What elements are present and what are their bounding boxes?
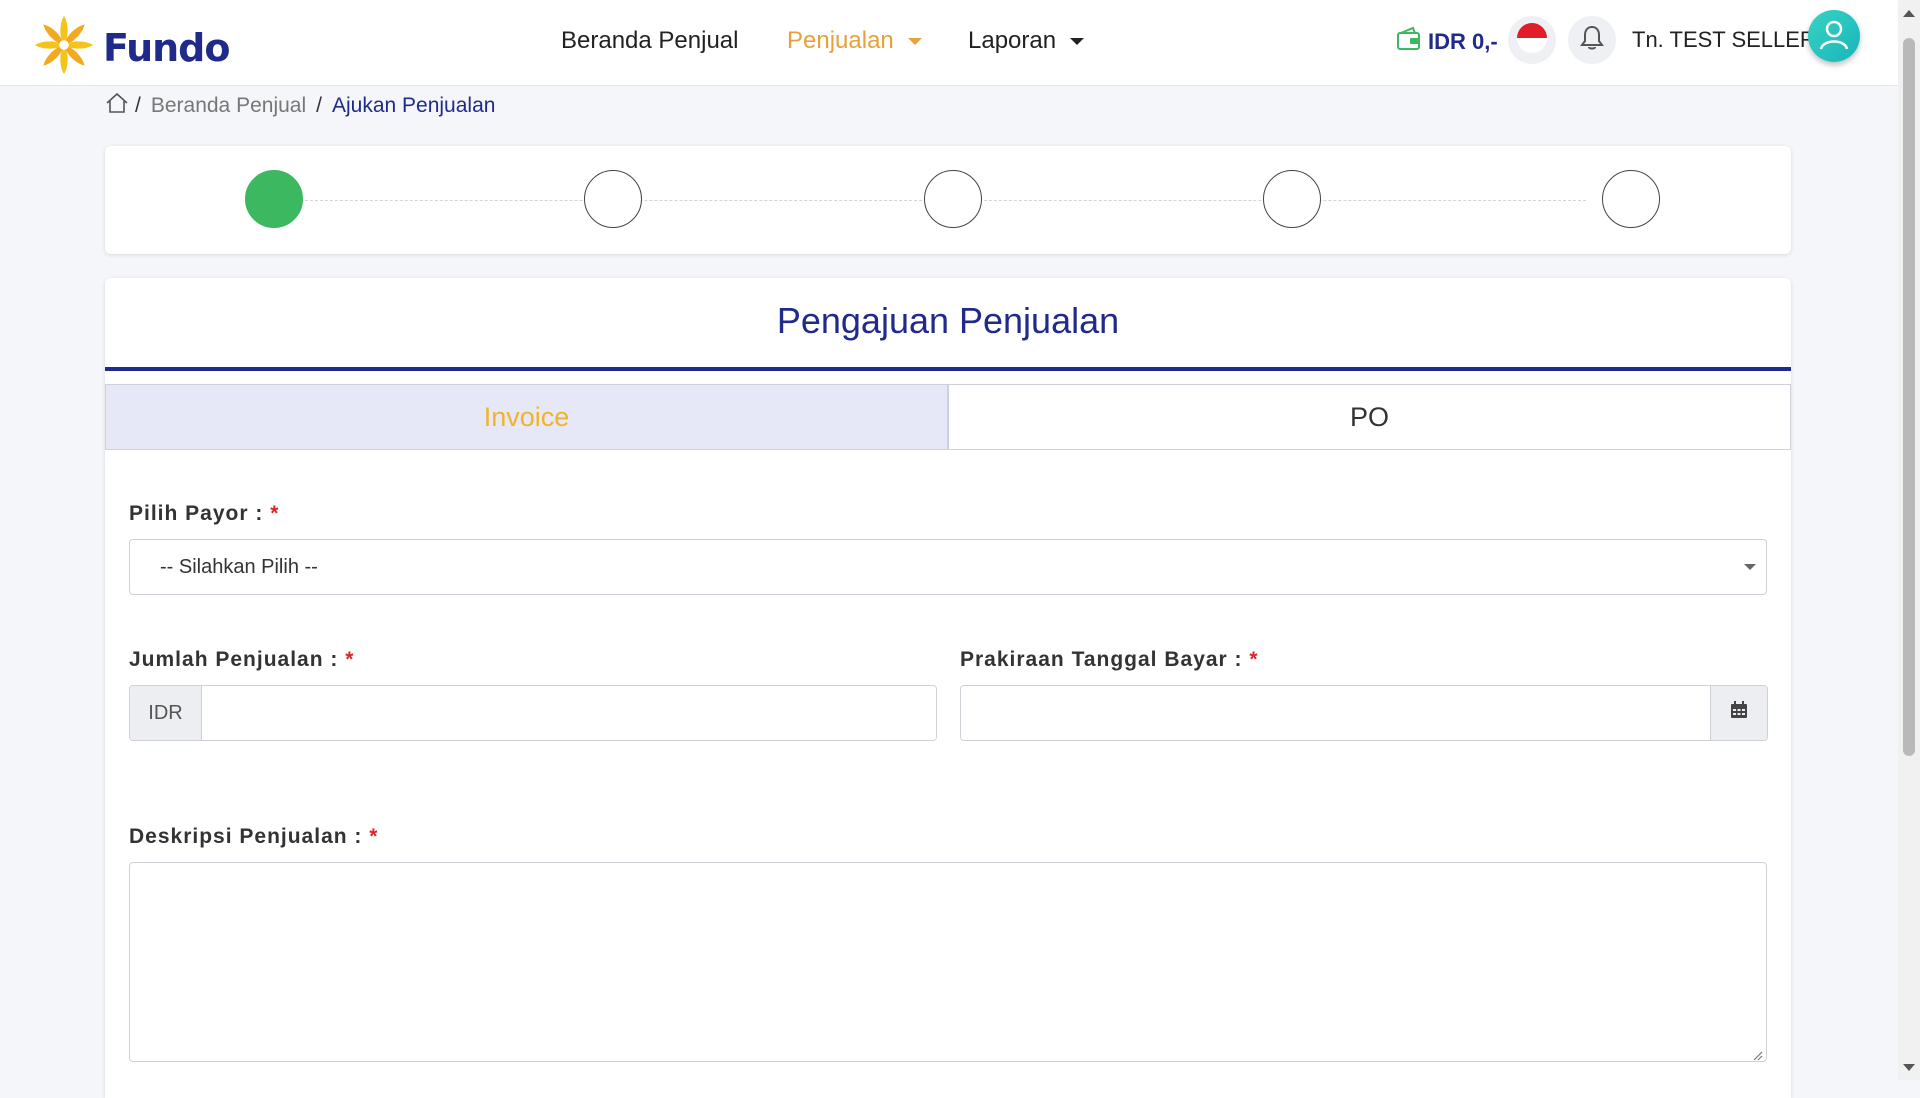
required-mark: * xyxy=(270,502,280,525)
form-title: Pengajuan Penjualan xyxy=(776,300,1120,341)
pay-date-input[interactable] xyxy=(961,686,1710,740)
user-avatar[interactable] xyxy=(1808,10,1860,62)
breadcrumb-separator: / xyxy=(316,94,322,117)
step-3 xyxy=(924,170,982,228)
payor-label: Pilih Payor : * xyxy=(129,502,279,526)
user-avatar-icon xyxy=(1817,17,1851,56)
title-divider xyxy=(105,367,1791,371)
scrollbar-thumb[interactable] xyxy=(1903,38,1915,756)
user-name[interactable]: Tn. TEST SELLER xyxy=(1632,27,1816,53)
nav-item-label: Beranda Penjual xyxy=(561,27,739,54)
wallet-balance[interactable]: IDR 0,- xyxy=(1396,26,1498,57)
indonesia-flag-icon xyxy=(1515,21,1549,60)
description-label-text: Deskripsi Penjualan : xyxy=(129,825,363,848)
notification-button[interactable] xyxy=(1568,16,1616,64)
top-navbar: Fundo Beranda Penjual Penjualan Laporan … xyxy=(0,0,1898,86)
scroll-down-arrow-icon[interactable] xyxy=(1903,1064,1915,1071)
scroll-up-arrow-icon[interactable] xyxy=(1903,10,1915,17)
breadcrumb: / Beranda Penjual / Ajukan Penjualan xyxy=(105,92,495,120)
payor-label-text: Pilih Payor : xyxy=(129,502,264,525)
amount-label-text: Jumlah Penjualan : xyxy=(129,648,339,671)
sales-submission-form: Pengajuan Penjualan Invoice PO Pilih Pay… xyxy=(105,278,1791,1098)
tab-label: Invoice xyxy=(483,401,570,432)
step-1-complete xyxy=(245,170,303,228)
payor-select[interactable]: -- Silahkan Pilih -- xyxy=(129,539,1767,595)
currency-prefix: IDR xyxy=(130,686,202,740)
resize-handle-icon[interactable] xyxy=(1753,1048,1763,1061)
tab-label: PO xyxy=(1349,401,1389,432)
step-5 xyxy=(1602,170,1660,228)
amount-input-group: IDR xyxy=(129,685,937,741)
tab-invoice[interactable]: Invoice xyxy=(105,384,948,450)
language-button[interactable] xyxy=(1508,16,1556,64)
nav-beranda-penjual[interactable]: Beranda Penjual xyxy=(561,27,738,55)
chevron-down-icon xyxy=(1070,37,1085,45)
wallet-icon xyxy=(1396,26,1422,57)
chevron-down-icon xyxy=(907,37,922,45)
brand-name: Fundo xyxy=(103,25,230,70)
bell-icon xyxy=(1577,23,1607,58)
nav-penjualan-dropdown[interactable]: Penjualan xyxy=(787,27,922,55)
calendar-button[interactable] xyxy=(1710,686,1767,740)
description-label: Deskripsi Penjualan : * xyxy=(129,825,378,849)
calendar-icon xyxy=(1729,700,1749,726)
payor-selected-value: -- Silahkan Pilih -- xyxy=(160,555,318,578)
amount-label: Jumlah Penjualan : * xyxy=(129,648,354,672)
nav-item-label: Laporan xyxy=(968,27,1057,54)
nav-laporan-dropdown[interactable]: Laporan xyxy=(968,27,1085,55)
brand-logo[interactable]: Fundo xyxy=(33,14,230,81)
pay-date-label: Prakiraan Tanggal Bayar : * xyxy=(960,648,1259,672)
progress-stepper xyxy=(105,146,1791,254)
breadcrumb-beranda-penjual[interactable]: Beranda Penjual xyxy=(151,94,306,118)
page-scrollbar[interactable] xyxy=(1898,0,1920,1080)
pay-date-label-text: Prakiraan Tanggal Bayar : xyxy=(960,648,1243,671)
home-icon[interactable] xyxy=(105,92,129,120)
breadcrumb-separator: / xyxy=(135,94,141,117)
step-4 xyxy=(1263,170,1321,228)
pay-date-input-group xyxy=(960,685,1768,741)
required-mark: * xyxy=(369,825,379,848)
nav-item-label: Penjualan xyxy=(787,27,894,54)
required-mark: * xyxy=(345,648,355,671)
tab-po[interactable]: PO xyxy=(948,384,1791,450)
fundo-flower-logo-icon xyxy=(33,14,95,81)
wallet-balance-text: IDR 0,- xyxy=(1428,28,1498,54)
amount-input[interactable] xyxy=(202,686,936,740)
step-2 xyxy=(584,170,642,228)
breadcrumb-ajukan-penjualan: Ajukan Penjualan xyxy=(331,94,496,117)
required-mark: * xyxy=(1249,648,1259,671)
description-textarea[interactable] xyxy=(129,862,1767,1062)
chevron-down-icon xyxy=(1744,564,1756,570)
